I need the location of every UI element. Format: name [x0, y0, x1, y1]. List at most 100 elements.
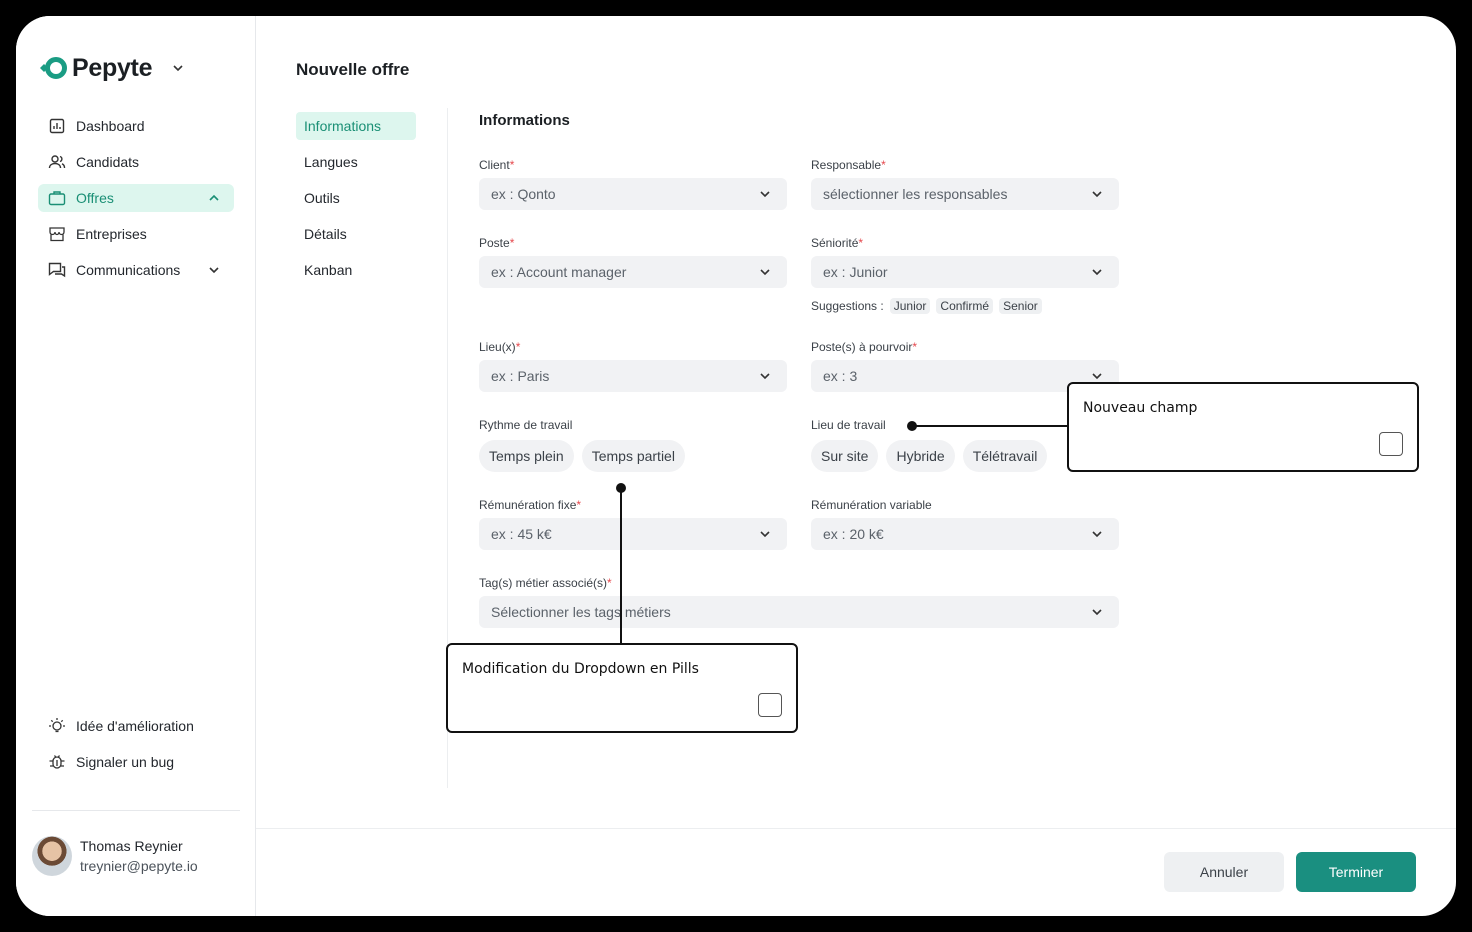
sidebar-item-idea[interactable]: Idée d'amélioration	[38, 712, 234, 740]
pill-sur-site[interactable]: Sur site	[811, 440, 879, 472]
seniorite-select[interactable]: ex : Junior	[811, 256, 1119, 288]
tags-placeholder: Sélectionner les tags métiers	[491, 604, 671, 620]
sidebar-item-label: Dashboard	[76, 118, 145, 134]
users-icon	[48, 153, 66, 171]
remu-variable-placeholder: ex : 20 k€	[823, 526, 884, 542]
annotation-dropdown-pills: Modification du Dropdown en Pills	[446, 643, 798, 733]
seniorite-label: Séniorité*	[811, 236, 864, 250]
rythme-pills: Temps plein Temps partiel	[479, 440, 685, 472]
sidebar-item-offres[interactable]: Offres	[38, 184, 234, 212]
remu-fixe-label: Rémunération fixe*	[479, 498, 582, 512]
sidebar-item-communications[interactable]: Communications	[38, 256, 234, 284]
subnav-kanban[interactable]: Kanban	[296, 256, 416, 284]
footer-divider	[256, 828, 1456, 829]
tags-select[interactable]: Sélectionner les tags métiers	[479, 596, 1119, 628]
brand-logo[interactable]: Pepyte	[38, 52, 186, 84]
chevron-down-icon	[1089, 186, 1105, 202]
sidebar-bottom: Idée d'amélioration Signaler un bug	[38, 712, 234, 784]
chevron-down-icon[interactable]	[206, 262, 222, 278]
lieux-placeholder: ex : Paris	[491, 368, 550, 384]
chevron-down-icon[interactable]	[170, 60, 186, 76]
seniorite-suggestions: Suggestions : Junior Confirmé Senior	[811, 298, 1042, 314]
cancel-button[interactable]: Annuler	[1164, 852, 1284, 892]
postes-pourvoir-placeholder: ex : 3	[823, 368, 858, 384]
sidebar-item-entreprises[interactable]: Entreprises	[38, 220, 234, 248]
page-title: Nouvelle offre	[296, 60, 410, 79]
brand-name: Pepyte	[72, 53, 153, 82]
chevron-down-icon	[1089, 264, 1105, 280]
chevron-up-icon[interactable]	[206, 190, 222, 206]
remu-variable-select[interactable]: ex : 20 k€	[811, 518, 1119, 550]
chevron-down-icon	[757, 526, 773, 542]
client-placeholder: ex : Qonto	[491, 186, 556, 202]
pill-teletravail[interactable]: Télétravail	[962, 440, 1048, 472]
subnav-details[interactable]: Détails	[296, 220, 416, 248]
seniorite-placeholder: ex : Junior	[823, 264, 888, 280]
annotation-new-field-text: Nouveau champ	[1083, 400, 1198, 416]
suggestions-label: Suggestions :	[811, 299, 884, 313]
responsable-placeholder: sélectionner les responsables	[823, 186, 1008, 202]
annotation-connector	[912, 425, 1068, 427]
sidebar-item-label: Offres	[76, 190, 114, 206]
sidebar-item-dashboard[interactable]: Dashboard	[38, 112, 234, 140]
suggestion-chip-senior[interactable]: Senior	[999, 298, 1042, 314]
lieu-travail-label: Lieu de travail	[811, 418, 886, 432]
remu-variable-label: Rémunération variable	[811, 498, 932, 512]
suggestion-chip-junior[interactable]: Junior	[889, 298, 931, 314]
submit-button[interactable]: Terminer	[1296, 852, 1416, 892]
annotation-dropdown-pills-text: Modification du Dropdown en Pills	[462, 661, 699, 677]
pill-temps-plein[interactable]: Temps plein	[479, 440, 574, 472]
user-profile[interactable]: Thomas Reynier treynier@pepyte.io	[32, 836, 198, 876]
annotation-connector	[620, 488, 622, 644]
annotation-new-field: Nouveau champ	[1067, 382, 1419, 472]
briefcase-icon	[48, 189, 66, 207]
responsable-select[interactable]: sélectionner les responsables	[811, 178, 1119, 210]
chevron-down-icon	[757, 264, 773, 280]
avatar	[32, 836, 72, 876]
sidebar-item-label: Communications	[76, 262, 181, 278]
sidebar-item-label: Signaler un bug	[76, 754, 175, 770]
sidebar: Pepyte Dashboard Candidats Offres Entrep…	[16, 16, 256, 916]
sidebar-item-bug[interactable]: Signaler un bug	[38, 748, 234, 776]
section-title: Informations	[479, 112, 570, 129]
poste-select[interactable]: ex : Account manager	[479, 256, 787, 288]
bug-icon	[48, 753, 66, 771]
subnav-informations[interactable]: Informations	[296, 112, 416, 140]
chevron-down-icon	[1089, 526, 1105, 542]
responsable-label: Responsable*	[811, 158, 886, 172]
annotation-checkbox[interactable]	[1379, 432, 1403, 456]
poste-placeholder: ex : Account manager	[491, 264, 627, 280]
sidebar-item-label: Idée d'amélioration	[76, 718, 194, 734]
lieux-label: Lieu(x)*	[479, 340, 521, 354]
poste-label: Poste*	[479, 236, 515, 250]
offer-subnav: Informations Langues Outils Détails Kanb…	[296, 112, 416, 292]
lightbulb-icon	[48, 717, 66, 735]
app-window: Pepyte Dashboard Candidats Offres Entrep…	[16, 16, 1456, 916]
annotation-checkbox[interactable]	[758, 693, 782, 717]
subnav-outils[interactable]: Outils	[296, 184, 416, 212]
chevron-down-icon	[1089, 604, 1105, 620]
pepyte-logo-icon	[38, 53, 68, 83]
sidebar-item-label: Candidats	[76, 154, 140, 170]
lieux-select[interactable]: ex : Paris	[479, 360, 787, 392]
profile-name: Thomas Reynier	[80, 838, 183, 854]
lieu-travail-pills: Sur site Hybride Télétravail	[811, 440, 1048, 472]
suggestion-chip-confirme[interactable]: Confirmé	[936, 298, 994, 314]
chevron-down-icon	[757, 368, 773, 384]
client-select[interactable]: ex : Qonto	[479, 178, 787, 210]
sidebar-item-candidats[interactable]: Candidats	[38, 148, 234, 176]
sidebar-item-label: Entreprises	[76, 226, 147, 242]
pill-hybride[interactable]: Hybride	[886, 440, 955, 472]
subnav-langues[interactable]: Langues	[296, 148, 416, 176]
remu-fixe-placeholder: ex : 45 k€	[491, 526, 552, 542]
chat-icon	[48, 261, 66, 279]
chart-icon	[48, 117, 66, 135]
client-label: Client*	[479, 158, 515, 172]
sidebar-nav: Dashboard Candidats Offres Entreprises C…	[38, 112, 234, 292]
store-icon	[48, 225, 66, 243]
remu-fixe-select[interactable]: ex : 45 k€	[479, 518, 787, 550]
pill-temps-partiel[interactable]: Temps partiel	[581, 440, 685, 472]
postes-pourvoir-label: Poste(s) à pourvoir*	[811, 340, 918, 354]
sidebar-divider	[32, 810, 240, 811]
chevron-down-icon	[757, 186, 773, 202]
